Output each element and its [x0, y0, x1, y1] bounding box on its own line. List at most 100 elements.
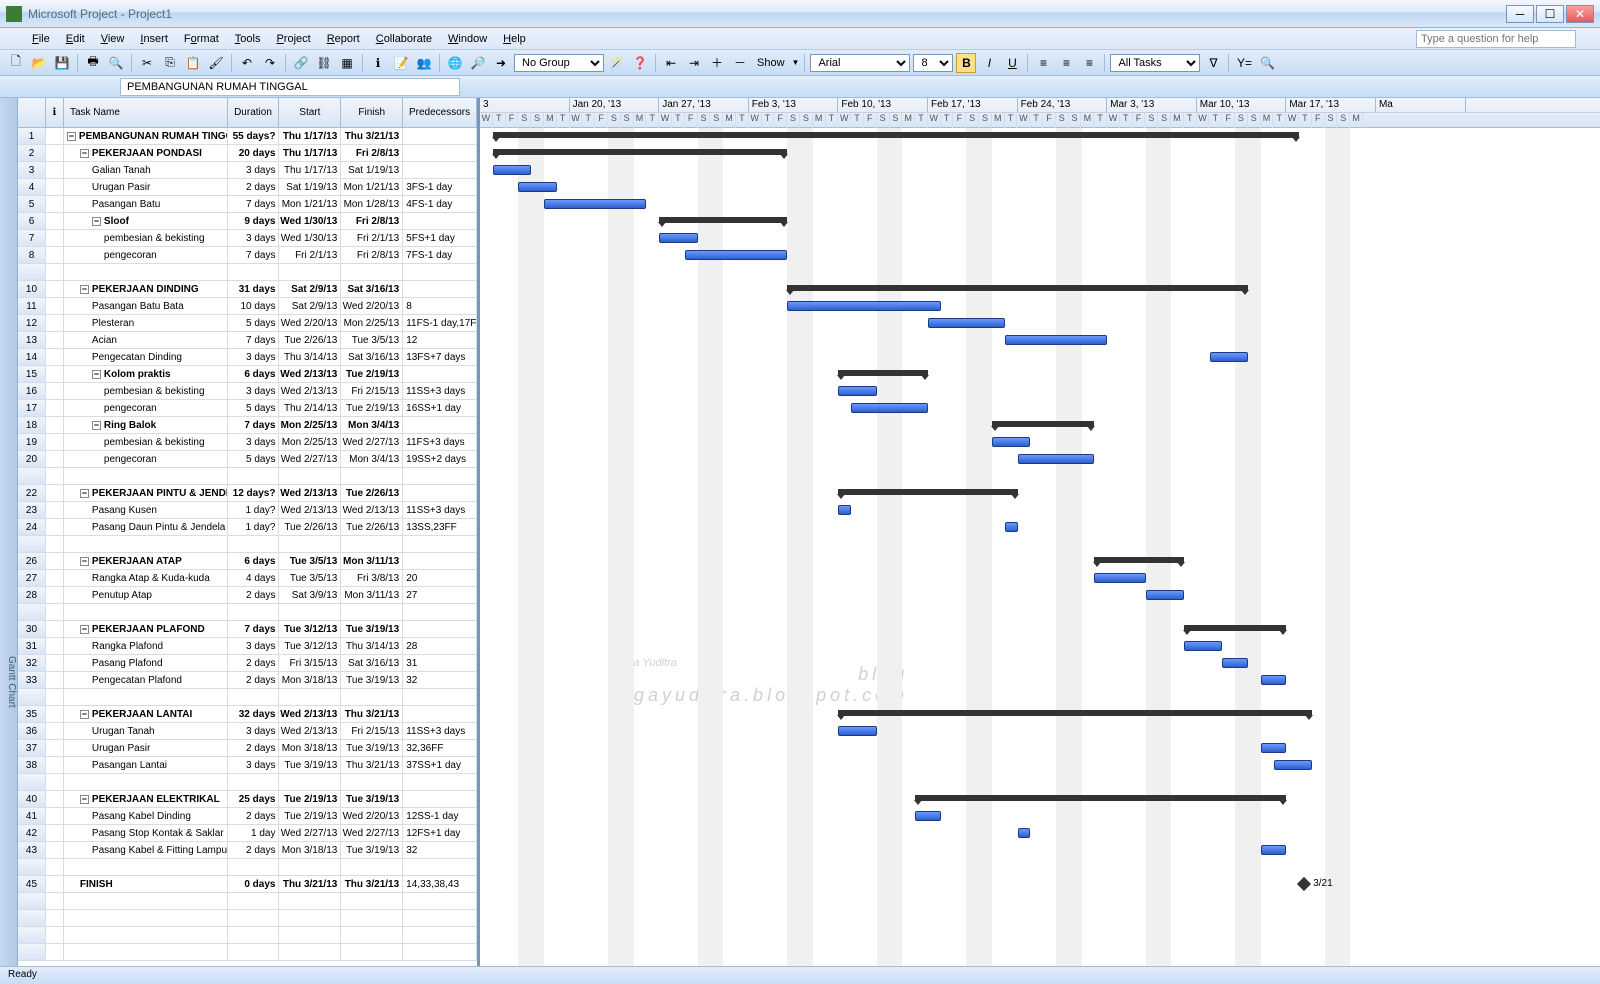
assign-icon[interactable]: 👥 — [414, 53, 434, 73]
autofilter-icon[interactable]: ∇ — [1203, 53, 1223, 73]
table-row[interactable]: 17 pengecoran 5 days Thu 2/14/13 Tue 2/1… — [18, 400, 477, 417]
gantt-summary-bar[interactable] — [787, 285, 1248, 291]
menu-insert[interactable]: Insert — [132, 29, 176, 49]
publish-icon[interactable]: 🌐 — [445, 53, 465, 73]
column-header-predecessors[interactable]: Predecessors — [403, 98, 477, 127]
table-row[interactable]: 10 −PEKERJAAN DINDING 31 days Sat 2/9/13… — [18, 281, 477, 298]
table-row[interactable]: 31 Rangka Plafond 3 days Tue 3/12/13 Thu… — [18, 638, 477, 655]
print-preview-icon[interactable]: 🔍 — [106, 53, 126, 73]
gantt-task-bar[interactable] — [1018, 828, 1031, 838]
show-button[interactable]: Show — [753, 57, 789, 69]
indent-icon[interactable]: ⇥ — [684, 53, 704, 73]
table-row[interactable]: 27 Rangka Atap & Kuda-kuda 4 days Tue 3/… — [18, 570, 477, 587]
menu-window[interactable]: Window — [440, 29, 495, 49]
gantt-task-bar[interactable] — [659, 233, 697, 243]
copy-icon[interactable]: ⎘ — [160, 53, 180, 73]
table-row[interactable]: 11 Pasangan Batu Bata 10 days Sat 2/9/13… — [18, 298, 477, 315]
close-button[interactable]: ✕ — [1566, 5, 1594, 23]
maximize-button[interactable]: ☐ — [1536, 5, 1564, 23]
gantt-task-bar[interactable] — [992, 437, 1030, 447]
table-row[interactable]: 12 Plesteran 5 days Wed 2/20/13 Mon 2/25… — [18, 315, 477, 332]
table-row[interactable]: 23 Pasang Kusen 1 day? Wed 2/13/13 Wed 2… — [18, 502, 477, 519]
table-row[interactable] — [18, 859, 477, 876]
table-row[interactable]: 1 −PEMBANGUNAN RUMAH TINGGAL 55 days? Th… — [18, 128, 477, 145]
gantt-task-bar[interactable] — [1261, 675, 1287, 685]
table-row[interactable]: 7 pembesian & bekisting 3 days Wed 1/30/… — [18, 230, 477, 247]
column-header-finish[interactable]: Finish — [341, 98, 403, 127]
gantt-summary-bar[interactable] — [493, 149, 787, 155]
menu-project[interactable]: Project — [268, 29, 318, 49]
align-right-icon[interactable]: ≡ — [1079, 53, 1099, 73]
gantt-task-bar[interactable] — [685, 250, 787, 260]
gantt-task-bar[interactable] — [838, 726, 876, 736]
font-size-selector[interactable]: 8 — [913, 54, 953, 72]
table-row[interactable] — [18, 264, 477, 281]
gantt-task-bar[interactable] — [1005, 522, 1018, 532]
new-icon[interactable]: 🗋 — [6, 53, 26, 73]
print-icon[interactable]: 🖶 — [83, 53, 103, 73]
bold-icon[interactable]: B — [956, 53, 976, 73]
table-row[interactable]: 13 Acian 7 days Tue 2/26/13 Tue 3/5/13 1… — [18, 332, 477, 349]
table-row[interactable]: 36 Urugan Tanah 3 days Wed 2/13/13 Fri 2… — [18, 723, 477, 740]
gantt-summary-bar[interactable] — [1094, 557, 1184, 563]
gantt-task-bar[interactable] — [493, 165, 531, 175]
goto-icon[interactable]: ➜ — [491, 53, 511, 73]
formula-icon[interactable]: Y= — [1234, 53, 1254, 73]
table-row[interactable]: 41 Pasang Kabel Dinding 2 days Tue 2/19/… — [18, 808, 477, 825]
zoom-selected-icon[interactable]: 🔍 — [1257, 53, 1277, 73]
minimize-button[interactable]: ─ — [1506, 5, 1534, 23]
menu-report[interactable]: Report — [319, 29, 368, 49]
table-row[interactable] — [18, 536, 477, 553]
menu-collaborate[interactable]: Collaborate — [368, 29, 440, 49]
column-header-name[interactable]: Task Name — [64, 98, 228, 127]
help-search-input[interactable] — [1416, 30, 1576, 48]
unlink-icon[interactable]: ⛓ — [314, 53, 334, 73]
table-row[interactable]: 3 Galian Tanah 3 days Thu 1/17/13 Sat 1/… — [18, 162, 477, 179]
font-name-selector[interactable]: Arial — [810, 54, 910, 72]
table-row[interactable]: 4 Urugan Pasir 2 days Sat 1/19/13 Mon 1/… — [18, 179, 477, 196]
redo-icon[interactable]: ↷ — [260, 53, 280, 73]
table-row[interactable]: 35 −PEKERJAAN LANTAI 32 days Wed 2/13/13… — [18, 706, 477, 723]
table-row[interactable]: 8 pengecoran 7 days Fri 2/1/13 Fri 2/8/1… — [18, 247, 477, 264]
column-header-duration[interactable]: Duration — [228, 98, 280, 127]
table-row[interactable]: 20 pengecoran 5 days Wed 2/27/13 Mon 3/4… — [18, 451, 477, 468]
paste-icon[interactable]: 📋 — [183, 53, 203, 73]
open-icon[interactable]: 📂 — [29, 53, 49, 73]
column-header-start[interactable]: Start — [279, 98, 341, 127]
table-row[interactable]: 2 −PEKERJAAN PONDASI 20 days Thu 1/17/13… — [18, 145, 477, 162]
gantt-task-bar[interactable] — [928, 318, 1005, 328]
table-row[interactable]: 33 Pengecatan Plafond 2 days Mon 3/18/13… — [18, 672, 477, 689]
gantt-task-bar[interactable] — [1005, 335, 1107, 345]
table-row[interactable] — [18, 604, 477, 621]
underline-icon[interactable]: U — [1002, 53, 1022, 73]
align-center-icon[interactable]: ≡ — [1056, 53, 1076, 73]
table-row[interactable]: 19 pembesian & bekisting 3 days Mon 2/25… — [18, 434, 477, 451]
column-header-id[interactable] — [18, 98, 46, 127]
align-left-icon[interactable]: ≡ — [1033, 53, 1053, 73]
wizard-icon[interactable]: 🪄 — [607, 53, 627, 73]
gantt-task-bar[interactable] — [1274, 760, 1312, 770]
undo-icon[interactable]: ↶ — [237, 53, 257, 73]
table-row[interactable]: 26 −PEKERJAAN ATAP 6 days Tue 3/5/13 Mon… — [18, 553, 477, 570]
table-row[interactable]: 16 pembesian & bekisting 3 days Wed 2/13… — [18, 383, 477, 400]
menu-edit[interactable]: Edit — [58, 29, 93, 49]
menu-tools[interactable]: Tools — [227, 29, 269, 49]
view-bar[interactable]: Gantt Chart — [0, 98, 18, 966]
gantt-task-bar[interactable] — [838, 386, 876, 396]
gantt-task-bar[interactable] — [838, 505, 851, 515]
menu-format[interactable]: Format — [176, 29, 227, 49]
gantt-task-bar[interactable] — [1261, 743, 1287, 753]
table-row[interactable]: 37 Urugan Pasir 2 days Mon 3/18/13 Tue 3… — [18, 740, 477, 757]
gantt-summary-bar[interactable] — [992, 421, 1094, 427]
gantt-task-bar[interactable] — [851, 403, 928, 413]
table-row[interactable]: 40 −PEKERJAAN ELEKTRIKAL 25 days Tue 2/1… — [18, 791, 477, 808]
gantt-task-bar[interactable] — [1210, 352, 1248, 362]
table-row[interactable]: 38 Pasangan Lantai 3 days Tue 3/19/13 Th… — [18, 757, 477, 774]
show-subtasks-icon[interactable]: ＋ — [707, 53, 727, 73]
notes-icon[interactable]: 📝 — [391, 53, 411, 73]
gantt-task-bar[interactable] — [1184, 641, 1222, 651]
gantt-summary-bar[interactable] — [838, 710, 1312, 716]
table-row[interactable]: 14 Pengecatan Dinding 3 days Thu 3/14/13… — [18, 349, 477, 366]
menu-file[interactable]: File — [24, 29, 58, 49]
table-row[interactable]: 22 −PEKERJAAN PINTU & JENDELA 12 days? W… — [18, 485, 477, 502]
